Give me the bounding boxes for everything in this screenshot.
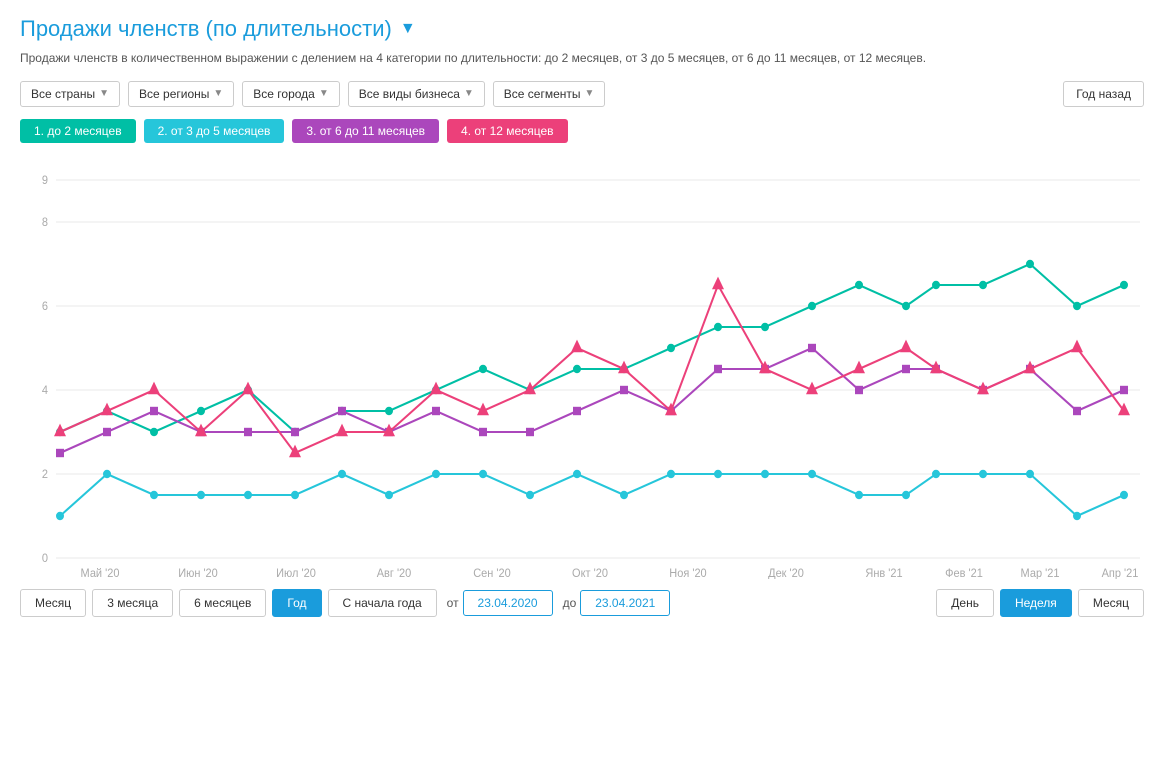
x-label-mar21: Мар '21 xyxy=(1021,567,1060,578)
filter-countries[interactable]: Все страны ▼ xyxy=(20,81,120,107)
bottom-controls: Месяц 3 месяца 6 месяцев Год С начала го… xyxy=(20,589,1144,617)
series-1-line xyxy=(60,264,1124,432)
x-label-may20: Май '20 xyxy=(81,567,120,578)
x-label-sep20: Сен '20 xyxy=(473,567,510,578)
x-label-oct20: Окт '20 xyxy=(572,567,608,578)
date-range-from: от xyxy=(447,590,553,616)
filter-business-arrow-icon: ▼ xyxy=(464,88,474,99)
from-date-input[interactable] xyxy=(463,590,553,616)
x-label-aug20: Авг '20 xyxy=(377,567,412,578)
filter-cities-arrow-icon: ▼ xyxy=(319,88,329,99)
filter-segments[interactable]: Все сегменты ▼ xyxy=(493,81,606,107)
to-date-input[interactable] xyxy=(580,590,670,616)
granularity-week-button[interactable]: Неделя xyxy=(1000,589,1072,617)
period-3month-button[interactable]: 3 месяца xyxy=(92,589,173,617)
granularity-buttons: День Неделя Месяц xyxy=(936,589,1144,617)
period-year-button[interactable]: Год xyxy=(272,589,321,617)
title-dropdown-icon[interactable]: ▼ xyxy=(400,20,416,38)
filter-regions[interactable]: Все регионы ▼ xyxy=(128,81,234,107)
filter-cities[interactable]: Все города ▼ xyxy=(242,81,339,107)
series-4-triangles xyxy=(54,276,1130,457)
legend-item-1[interactable]: 1. до 2 месяцев xyxy=(20,119,136,143)
page-title: Продажи членств (по длительности) xyxy=(20,16,392,42)
period-ytd-button[interactable]: С начала года xyxy=(328,589,437,617)
page-subtitle: Продажи членств в количественном выражен… xyxy=(20,50,1144,67)
chart-legend: 1. до 2 месяцев 2. от 3 до 5 месяцев 3. … xyxy=(20,119,1144,143)
series-1-dots xyxy=(56,260,1128,436)
chart-container: 0 2 4 6 8 9 Май '20 Июн '20 Июл '20 Авг … xyxy=(20,159,1144,579)
year-ago-button[interactable]: Год назад xyxy=(1063,81,1144,107)
x-label-nov20: Ноя '20 xyxy=(669,567,706,578)
to-label: до xyxy=(563,596,577,610)
y-label-4: 4 xyxy=(42,385,48,397)
legend-item-2[interactable]: 2. от 3 до 5 месяцев xyxy=(144,119,285,143)
x-label-dec20: Дек '20 xyxy=(768,567,804,578)
y-label-8: 8 xyxy=(42,217,48,229)
granularity-day-button[interactable]: День xyxy=(936,589,994,617)
x-label-jul20: Июл '20 xyxy=(276,567,316,578)
from-label: от xyxy=(447,596,459,610)
period-month-button[interactable]: Месяц xyxy=(20,589,86,617)
granularity-month-button[interactable]: Месяц xyxy=(1078,589,1144,617)
filters-bar: Все страны ▼ Все регионы ▼ Все города ▼ … xyxy=(20,81,1144,107)
y-label-6: 6 xyxy=(42,301,48,313)
y-label-0: 0 xyxy=(42,553,48,565)
filter-countries-arrow-icon: ▼ xyxy=(99,88,109,99)
series-2-line xyxy=(60,474,1124,516)
period-6month-button[interactable]: 6 месяцев xyxy=(179,589,266,617)
legend-item-4[interactable]: 4. от 12 месяцев xyxy=(447,119,567,143)
y-label-2: 2 xyxy=(42,469,48,481)
x-label-jan21: Янв '21 xyxy=(865,567,902,578)
y-label-9: 9 xyxy=(42,175,48,187)
series-3-line xyxy=(60,348,1124,453)
x-label-jun20: Июн '20 xyxy=(178,567,218,578)
series-3-dots xyxy=(56,344,1128,457)
x-label-feb21: Фев '21 xyxy=(945,567,983,578)
filter-segments-arrow-icon: ▼ xyxy=(585,88,595,99)
legend-item-3[interactable]: 3. от 6 до 11 месяцев xyxy=(292,119,439,143)
date-range-to: до xyxy=(563,590,671,616)
filter-business[interactable]: Все виды бизнеса ▼ xyxy=(348,81,485,107)
filter-regions-arrow-icon: ▼ xyxy=(213,88,223,99)
x-label-apr21: Апр '21 xyxy=(1102,567,1139,578)
chart-svg: 0 2 4 6 8 9 Май '20 Июн '20 Июл '20 Авг … xyxy=(20,159,1144,579)
